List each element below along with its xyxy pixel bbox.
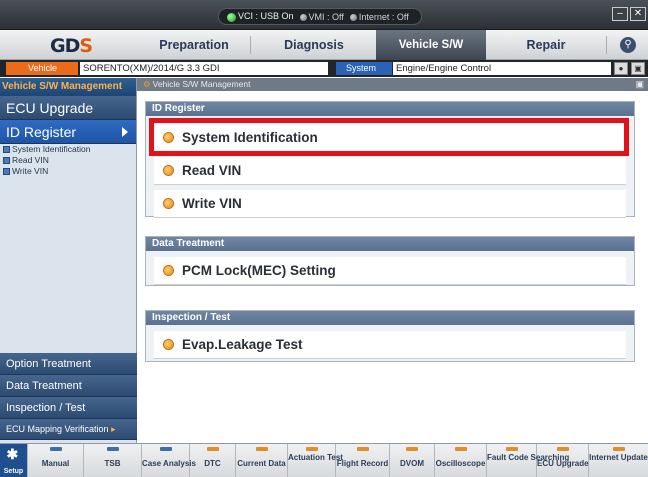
sidebar-item-inspection-test[interactable]: Inspection / Test (0, 397, 137, 419)
menu-repair[interactable]: Repair (488, 30, 604, 60)
vmi-indicator-icon (299, 13, 307, 21)
system-select-button[interactable]: System (336, 62, 392, 75)
minimize-button[interactable]: – (612, 7, 628, 21)
camera-icon[interactable]: ● (614, 62, 628, 75)
internet-indicator-icon (349, 13, 357, 21)
actuation-test-button[interactable]: Actuation Test (288, 444, 343, 477)
main-menu: GDS Preparation Diagnosis Vehicle S/W Ma… (0, 30, 648, 81)
sidebar-header: Vehicle S/W Management (0, 78, 136, 96)
ecu-upgrade-button[interactable]: ECU Upgrade (537, 444, 589, 477)
arrow-right-icon (122, 127, 128, 137)
oscilloscope-icon (454, 447, 467, 451)
setup-button[interactable]: ✱ Setup (0, 444, 28, 477)
dtc-icon (206, 447, 219, 451)
sidebar-subitem-write-vin[interactable]: Write VIN (0, 166, 136, 177)
fault-code-searching-button[interactable]: Fault Code Searching (487, 444, 569, 477)
wrench-icon: ⚙ (143, 79, 151, 89)
current-data-icon (255, 447, 268, 451)
system-value: Engine/Engine Control (393, 62, 611, 75)
sidebar-item-ecu-mapping-verification[interactable]: ECU Mapping Verification ▸ (0, 419, 137, 440)
close-button[interactable]: ✕ (630, 7, 646, 21)
document-icon (3, 157, 10, 165)
flight-record-icon (356, 447, 369, 451)
read-vin-button[interactable]: Read VIN (154, 157, 626, 185)
manual-button[interactable]: Manual (28, 444, 84, 477)
internet-status: Internet : Off (349, 12, 409, 22)
vmi-status: VMI : Off (299, 12, 344, 22)
internet-update-icon (612, 447, 625, 451)
selection-highlight (149, 118, 629, 156)
vehicle-value: SORENTO(XM)/2014/G 3.3 GDI (80, 62, 328, 75)
data-treatment-section: Data Treatment PCM Lock(MEC) Setting (145, 236, 635, 286)
status-bar: VCI : USB On VMI : Off Internet : Off – … (0, 0, 648, 30)
dvom-icon (406, 447, 418, 451)
inspection-test-section: Inspection / Test Evap.Leakage Test (145, 310, 635, 362)
bullet-icon (164, 199, 173, 208)
write-vin-button[interactable]: Write VIN (154, 190, 626, 218)
ecu-upgrade-icon (556, 447, 569, 451)
oscilloscope-button[interactable]: Oscilloscope (435, 444, 487, 477)
flight-record-button[interactable]: Flight Record (336, 444, 390, 477)
gds-logo: GDS (50, 35, 93, 57)
section-title: ID Register (146, 102, 634, 116)
screen-icon[interactable]: ▣ (631, 62, 645, 75)
bullet-icon (164, 266, 173, 275)
document-icon (3, 168, 10, 176)
sidebar-subitem-read-vin[interactable]: Read VIN (0, 155, 136, 166)
vehicle-select-button[interactable]: Vehicle (6, 62, 78, 75)
breadcrumb: ⚙ Vehicle S/W Management ▣ (137, 78, 648, 91)
settings-icon[interactable]: ▣ (635, 78, 644, 91)
vehicle-info-bar: Vehicle SORENTO(XM)/2014/G 3.3 GDI Syste… (0, 60, 648, 77)
fault-code-icon (505, 447, 518, 451)
sidebar-item-data-treatment[interactable]: Data Treatment (0, 375, 137, 397)
vci-status: VCI : USB On (227, 11, 294, 22)
chevron-right-icon: ▸ (111, 424, 116, 434)
current-data-button[interactable]: Current Data (236, 444, 288, 477)
sidebar-item-id-register[interactable]: ID Register (0, 120, 136, 144)
evap-leakage-test-button[interactable]: Evap.Leakage Test (154, 331, 626, 359)
internet-update-button[interactable]: Internet Update (589, 444, 648, 477)
tsb-icon (106, 447, 119, 451)
sidebar-subitem-system-identification[interactable]: System Identification (0, 144, 136, 155)
bottom-toolbar: ✱ Setup Manual TSB Case Analysis DTC Curr… (0, 443, 648, 477)
sidebar: Vehicle S/W Management ECU Upgrade ID Re… (0, 78, 137, 443)
section-title: Inspection / Test (146, 311, 634, 325)
dtc-button[interactable]: DTC (190, 444, 236, 477)
wrench-icon: ✱ (6, 446, 19, 462)
search-icon[interactable]: ⚲ (620, 37, 636, 53)
bullet-icon (164, 166, 173, 175)
menu-preparation[interactable]: Preparation (138, 30, 250, 60)
bullet-icon (164, 340, 173, 349)
case-analysis-icon (159, 447, 172, 451)
menu-diagnosis[interactable]: Diagnosis (252, 30, 376, 60)
section-title: Data Treatment (146, 237, 634, 251)
pcm-lock-setting-button[interactable]: PCM Lock(MEC) Setting (154, 257, 626, 285)
case-analysis-button[interactable]: Case Analysis (142, 444, 196, 477)
connection-status: VCI : USB On VMI : Off Internet : Off (218, 8, 422, 25)
sidebar-item-ecu-upgrade[interactable]: ECU Upgrade (0, 96, 136, 120)
vci-indicator-icon (227, 12, 236, 22)
actuation-test-icon (305, 447, 318, 451)
manual-icon (49, 447, 62, 451)
document-icon (3, 146, 10, 154)
dvom-button[interactable]: DVOM (390, 444, 435, 477)
sidebar-item-option-treatment[interactable]: Option Treatment (0, 353, 137, 375)
menu-vehicle-sw-management[interactable]: Vehicle S/W Management (376, 30, 486, 81)
tsb-button[interactable]: TSB (84, 444, 142, 477)
